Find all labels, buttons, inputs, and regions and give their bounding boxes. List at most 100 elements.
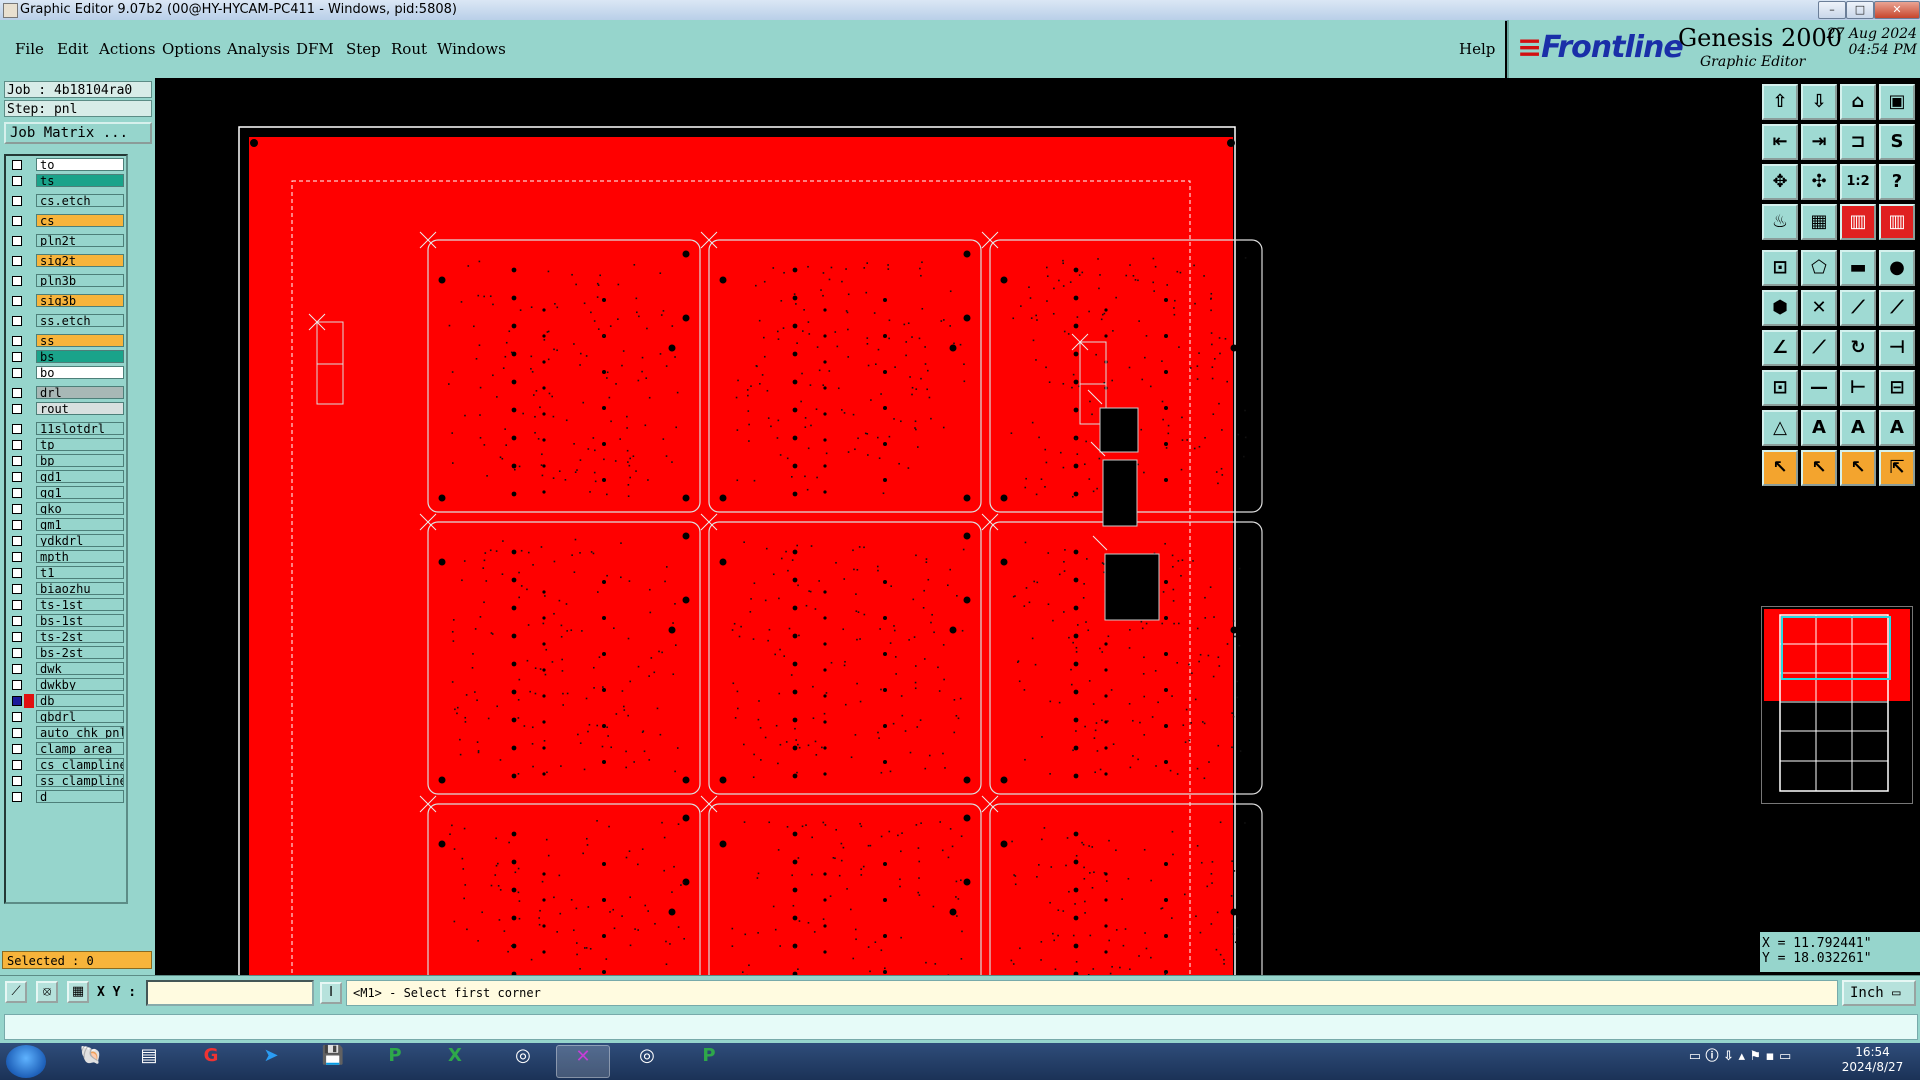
layer-work-indicator[interactable] bbox=[24, 438, 34, 452]
eye-app-2-icon[interactable]: ◎ bbox=[620, 1045, 674, 1078]
text-cursor-button[interactable]: I bbox=[320, 982, 342, 1004]
xy-input[interactable] bbox=[146, 980, 314, 1006]
layer-checkbox[interactable] bbox=[12, 504, 22, 514]
layer-row[interactable]: gd1 bbox=[8, 470, 126, 484]
layer-work-indicator[interactable] bbox=[24, 742, 34, 756]
layer-name[interactable]: dwkby bbox=[36, 678, 124, 691]
layer-name[interactable]: dwk bbox=[36, 662, 124, 675]
layer-work-indicator[interactable] bbox=[24, 334, 34, 348]
layer-work-indicator[interactable] bbox=[24, 402, 34, 416]
layer-work-indicator[interactable] bbox=[24, 598, 34, 612]
layer-work-indicator[interactable] bbox=[24, 158, 34, 172]
layer-name[interactable]: biaozhu bbox=[36, 582, 124, 595]
layer-checkbox[interactable] bbox=[12, 568, 22, 578]
layer-name[interactable]: pln2t bbox=[36, 234, 124, 247]
snake-icon[interactable]: S bbox=[1879, 124, 1915, 160]
layer-row[interactable]: pln2t bbox=[8, 234, 126, 248]
text-b-icon[interactable]: A bbox=[1840, 410, 1876, 446]
maximize-button[interactable]: □ bbox=[1846, 1, 1874, 19]
layer-work-indicator[interactable] bbox=[24, 678, 34, 692]
zoom-fit-icon[interactable]: ✥ bbox=[1762, 164, 1798, 200]
line-icon[interactable]: ⟋ bbox=[1840, 290, 1876, 326]
layer-checkbox[interactable] bbox=[12, 316, 22, 326]
layer-work-indicator[interactable] bbox=[24, 518, 34, 532]
display-icon[interactable]: ♨ bbox=[1762, 204, 1798, 240]
layer-checkbox[interactable] bbox=[12, 256, 22, 266]
layer-work-indicator[interactable] bbox=[24, 774, 34, 788]
layer-name[interactable]: ydkdrl bbox=[36, 534, 124, 547]
taskbar-clock[interactable]: 16:54 2024/8/27 bbox=[1830, 1045, 1915, 1075]
layer-checkbox[interactable] bbox=[12, 456, 22, 466]
p-app-2-icon[interactable]: P bbox=[682, 1045, 736, 1078]
layer-work-indicator[interactable] bbox=[24, 366, 34, 380]
text-a-icon[interactable]: A bbox=[1801, 410, 1837, 446]
excel-icon[interactable]: X bbox=[428, 1045, 482, 1078]
minimap[interactable] bbox=[1761, 606, 1913, 804]
layer-work-indicator[interactable] bbox=[24, 294, 34, 308]
layer-row[interactable]: to bbox=[8, 158, 126, 172]
layer-row[interactable]: bp bbox=[8, 454, 126, 468]
layer-checkbox[interactable] bbox=[12, 176, 22, 186]
browser-icon[interactable]: G bbox=[184, 1045, 238, 1078]
layer-row[interactable]: ts-2st bbox=[8, 630, 126, 644]
layer-work-indicator[interactable] bbox=[24, 254, 34, 268]
layer-checkbox[interactable] bbox=[12, 776, 22, 786]
layer-row[interactable]: ss.etch bbox=[8, 314, 126, 328]
layer-checkbox[interactable] bbox=[12, 424, 22, 434]
layer-row[interactable]: db bbox=[8, 694, 126, 708]
dash-icon[interactable]: — bbox=[1801, 370, 1837, 406]
layer-name[interactable]: 11slotdrl bbox=[36, 422, 124, 435]
layer-row[interactable]: ts-1st bbox=[8, 598, 126, 612]
text-c-icon[interactable]: A bbox=[1879, 410, 1915, 446]
layer-checkbox[interactable] bbox=[12, 404, 22, 414]
open-icon[interactable]: ⇧ bbox=[1762, 84, 1798, 120]
layer-row[interactable]: rout bbox=[8, 402, 126, 416]
layer-work-indicator[interactable] bbox=[24, 662, 34, 676]
layer-work-indicator[interactable] bbox=[24, 386, 34, 400]
layer-name[interactable]: clamp_area bbox=[36, 742, 124, 755]
layer-name[interactable]: ts bbox=[36, 174, 124, 187]
right-icon[interactable]: ⇥ bbox=[1801, 124, 1837, 160]
pointer-2-icon[interactable]: ↖ bbox=[1801, 450, 1837, 486]
layer-name[interactable]: bs-1st bbox=[36, 614, 124, 627]
layer-name[interactable]: ss.etch bbox=[36, 314, 124, 327]
layer-work-indicator[interactable] bbox=[24, 646, 34, 660]
layer-checkbox[interactable] bbox=[12, 632, 22, 642]
pad-icon[interactable]: ● bbox=[1879, 250, 1915, 286]
layer-checkbox[interactable] bbox=[12, 160, 22, 170]
layer-row[interactable]: bs-2st bbox=[8, 646, 126, 660]
layer-checkbox[interactable] bbox=[12, 472, 22, 482]
snap-mode-button[interactable]: ⟋ bbox=[5, 981, 27, 1003]
layer-checkbox[interactable] bbox=[12, 368, 22, 378]
layer-name[interactable]: bp bbox=[36, 454, 124, 467]
layer-checkbox[interactable] bbox=[12, 336, 22, 346]
connect-icon[interactable]: ⬢ bbox=[1762, 290, 1798, 326]
menu-windows[interactable]: Windows bbox=[437, 40, 506, 58]
menu-edit[interactable]: Edit bbox=[57, 40, 88, 58]
slash-icon[interactable]: ⟋ bbox=[1801, 330, 1837, 366]
layer-row[interactable]: dwk bbox=[8, 662, 126, 676]
layer-row[interactable]: bo bbox=[8, 366, 126, 380]
p-app-icon[interactable]: P bbox=[368, 1045, 422, 1078]
layer-checkbox[interactable] bbox=[12, 600, 22, 610]
layer-name[interactable]: gm1 bbox=[36, 518, 124, 531]
layer-row[interactable]: biaozhu bbox=[8, 582, 126, 596]
rotate-icon[interactable]: ↻ bbox=[1840, 330, 1876, 366]
layer-checkbox[interactable] bbox=[12, 696, 22, 706]
layer-name[interactable]: ts-1st bbox=[36, 598, 124, 611]
menu-dfm[interactable]: DFM bbox=[296, 40, 334, 58]
layer-name[interactable]: gg1 bbox=[36, 486, 124, 499]
layer-name[interactable]: ts-2st bbox=[36, 630, 124, 643]
layer-work-indicator[interactable] bbox=[24, 214, 34, 228]
layer-work-indicator[interactable] bbox=[24, 614, 34, 628]
line-2-icon[interactable]: ⟋ bbox=[1879, 290, 1915, 326]
zoom-in-icon[interactable]: ✣ bbox=[1801, 164, 1837, 200]
graphic-canvas[interactable] bbox=[155, 78, 1758, 975]
polygon-icon[interactable]: ⬠ bbox=[1801, 250, 1837, 286]
menu-step[interactable]: Step bbox=[346, 40, 381, 58]
shell-app-icon[interactable]: 🐚 bbox=[64, 1045, 118, 1078]
layer-work-indicator[interactable] bbox=[24, 314, 34, 328]
pointer-3-icon[interactable]: ↖ bbox=[1840, 450, 1876, 486]
help-icon[interactable]: ? bbox=[1879, 164, 1915, 200]
layer-checkbox[interactable] bbox=[12, 584, 22, 594]
